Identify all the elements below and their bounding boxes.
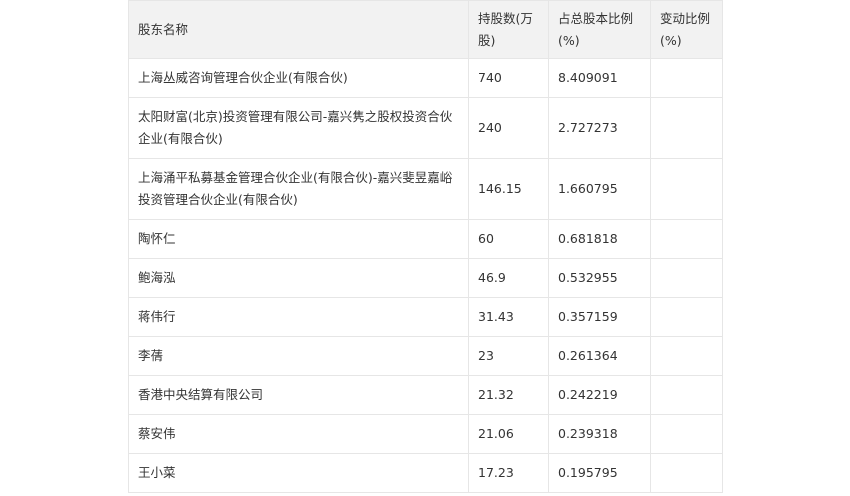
cell-shares-held: 240 xyxy=(468,97,549,159)
table-row: 蒋伟行 31.43 0.357159 xyxy=(128,297,723,337)
cell-shares-held: 21.32 xyxy=(468,375,549,415)
shareholder-table-container: 股东名称 持股数(万股) 占总股本比例(%) 变动比例(%) 上海丛威咨询管理合… xyxy=(128,0,723,493)
cell-shareholder-name: 蒋伟行 xyxy=(128,297,469,337)
table-row: 蔡安伟 21.06 0.239318 xyxy=(128,414,723,454)
cell-change-ratio xyxy=(650,297,723,337)
table-row: 王小菜 17.23 0.195795 xyxy=(128,453,723,493)
table-row: 陶怀仁 60 0.681818 xyxy=(128,219,723,259)
cell-share-ratio: 2.727273 xyxy=(548,97,651,159)
cell-change-ratio xyxy=(650,219,723,259)
cell-share-ratio: 0.357159 xyxy=(548,297,651,337)
cell-shareholder-name: 上海涌平私募基金管理合伙企业(有限合伙)-嘉兴斐昱嘉峪投资管理合伙企业(有限合伙… xyxy=(128,158,469,220)
cell-shares-held: 31.43 xyxy=(468,297,549,337)
cell-share-ratio: 0.532955 xyxy=(548,258,651,298)
cell-shares-held: 46.9 xyxy=(468,258,549,298)
header-shares-held: 持股数(万股) xyxy=(468,0,549,59)
table-row: 李蒨 23 0.261364 xyxy=(128,336,723,376)
cell-change-ratio xyxy=(650,58,723,98)
table-header-row: 股东名称 持股数(万股) 占总股本比例(%) 变动比例(%) xyxy=(128,0,723,59)
header-change-ratio: 变动比例(%) xyxy=(650,0,723,59)
cell-change-ratio xyxy=(650,258,723,298)
table-row: 太阳财富(北京)投资管理有限公司-嘉兴隽之股权投资合伙企业(有限合伙) 240 … xyxy=(128,97,723,159)
cell-shares-held: 21.06 xyxy=(468,414,549,454)
table-row: 上海丛威咨询管理合伙企业(有限合伙) 740 8.409091 xyxy=(128,58,723,98)
cell-share-ratio: 0.195795 xyxy=(548,453,651,493)
cell-shareholder-name: 太阳财富(北京)投资管理有限公司-嘉兴隽之股权投资合伙企业(有限合伙) xyxy=(128,97,469,159)
cell-change-ratio xyxy=(650,158,723,220)
cell-shareholder-name: 上海丛威咨询管理合伙企业(有限合伙) xyxy=(128,58,469,98)
shareholder-table: 股东名称 持股数(万股) 占总股本比例(%) 变动比例(%) 上海丛威咨询管理合… xyxy=(128,0,723,493)
cell-change-ratio xyxy=(650,453,723,493)
cell-shares-held: 146.15 xyxy=(468,158,549,220)
table-row: 鲍海泓 46.9 0.532955 xyxy=(128,258,723,298)
cell-change-ratio xyxy=(650,375,723,415)
cell-change-ratio xyxy=(650,414,723,454)
table-row: 香港中央结算有限公司 21.32 0.242219 xyxy=(128,375,723,415)
cell-share-ratio: 0.261364 xyxy=(548,336,651,376)
cell-share-ratio: 1.660795 xyxy=(548,158,651,220)
table-row: 上海涌平私募基金管理合伙企业(有限合伙)-嘉兴斐昱嘉峪投资管理合伙企业(有限合伙… xyxy=(128,158,723,220)
cell-share-ratio: 0.681818 xyxy=(548,219,651,259)
cell-shareholder-name: 鲍海泓 xyxy=(128,258,469,298)
cell-share-ratio: 8.409091 xyxy=(548,58,651,98)
cell-shares-held: 60 xyxy=(468,219,549,259)
header-shareholder-name: 股东名称 xyxy=(128,0,469,59)
cell-share-ratio: 0.239318 xyxy=(548,414,651,454)
cell-shareholder-name: 蔡安伟 xyxy=(128,414,469,454)
cell-change-ratio xyxy=(650,97,723,159)
cell-shareholder-name: 李蒨 xyxy=(128,336,469,376)
cell-shares-held: 740 xyxy=(468,58,549,98)
cell-shareholder-name: 王小菜 xyxy=(128,453,469,493)
cell-shares-held: 17.23 xyxy=(468,453,549,493)
cell-shares-held: 23 xyxy=(468,336,549,376)
cell-shareholder-name: 陶怀仁 xyxy=(128,219,469,259)
header-share-ratio: 占总股本比例(%) xyxy=(548,0,651,59)
cell-change-ratio xyxy=(650,336,723,376)
cell-shareholder-name: 香港中央结算有限公司 xyxy=(128,375,469,415)
cell-share-ratio: 0.242219 xyxy=(548,375,651,415)
